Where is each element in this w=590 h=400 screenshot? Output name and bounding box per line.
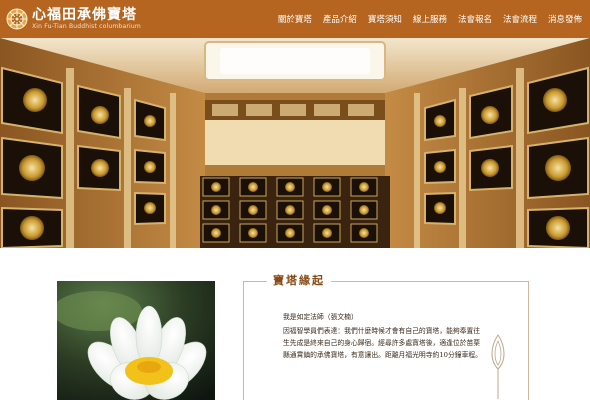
main-nav: 關於寶塔 產品介紹 寶塔須知 線上服務 法會報名 法會流程 消息發佈 <box>267 0 582 38</box>
section-signature: 我是如定法師（張文楠） <box>283 313 358 321</box>
dharma-wheel-icon <box>6 8 28 30</box>
section-body: 我是如定法師（張文楠） 因福智學員們表達：我們什麼時候才會有自己的寶塔，能夠奉置… <box>283 311 483 361</box>
origin-section: 寶塔緣起 我是如定法師（張文楠） 因福智學員們表達：我們什麼時候才會有自己的寶塔… <box>243 272 529 400</box>
nav-online-service[interactable]: 線上服務 <box>413 13 447 25</box>
site-logo[interactable]: 心福田承佛寶塔 Xin Fu-Tian Buddhist columbarium <box>6 5 141 33</box>
site-header: 心福田承佛寶塔 Xin Fu-Tian Buddhist columbarium… <box>0 0 590 38</box>
nav-news[interactable]: 消息發佈 <box>548 13 582 25</box>
frame-left-line <box>243 281 244 400</box>
logo-title: 心福田承佛寶塔 <box>32 7 137 23</box>
nav-ceremony-signup[interactable]: 法會報名 <box>458 13 492 25</box>
section-title: 寶塔緣起 <box>267 272 331 288</box>
lotus-bud-icon <box>491 334 505 399</box>
nav-products[interactable]: 產品介紹 <box>323 13 357 25</box>
lotus-photo <box>57 281 215 400</box>
nav-notice[interactable]: 寶塔須知 <box>368 13 402 25</box>
columbarium-illustration <box>0 38 590 248</box>
lotus-flower-image <box>57 281 215 400</box>
nav-ceremony-process[interactable]: 法會流程 <box>503 13 537 25</box>
section-paragraph: 因福智學員們表達：我們什麼時候才會有自己的寶塔，能夠奉置往生先成是終來自己的身心… <box>283 327 482 359</box>
nav-about[interactable]: 關於寶塔 <box>278 13 312 25</box>
frame-right-line <box>528 281 529 400</box>
hero-columbarium-image <box>0 38 590 248</box>
logo-subtitle: Xin Fu-Tian Buddhist columbarium <box>32 23 141 30</box>
